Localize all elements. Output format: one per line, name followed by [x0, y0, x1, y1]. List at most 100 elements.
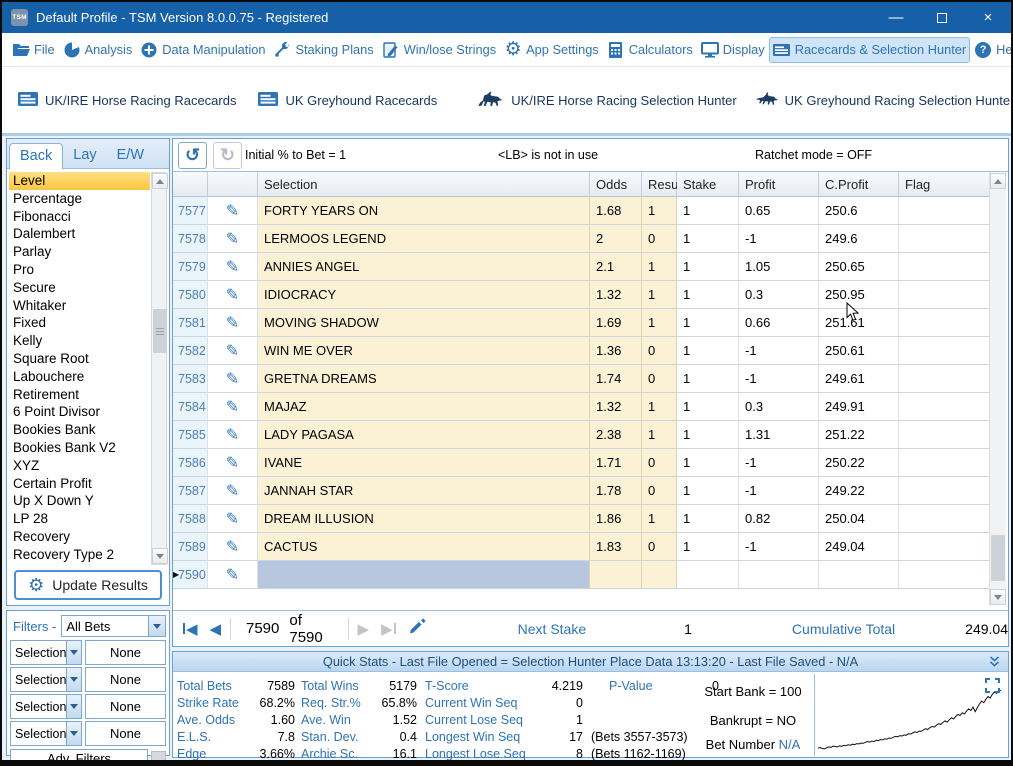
- table-row[interactable]: 7581✎MOVING SHADOW1.69110.66251.61: [173, 309, 1008, 337]
- edit-row-button[interactable]: ✎: [208, 281, 258, 309]
- edit-row-button[interactable]: ✎: [208, 253, 258, 281]
- last-record-button[interactable]: ▶: [375, 620, 402, 638]
- plan-item[interactable]: Percentage: [9, 190, 150, 208]
- table-row[interactable]: 7590▶✎: [173, 561, 1008, 589]
- header-flag[interactable]: Flag: [899, 172, 990, 197]
- edit-row-button[interactable]: ✎: [208, 505, 258, 533]
- plan-item[interactable]: Bookies Bank V2: [9, 439, 150, 457]
- menu-file[interactable]: File: [8, 37, 59, 63]
- chevron-down-icon[interactable]: [148, 616, 165, 636]
- filter-none-button[interactable]: None: [85, 640, 166, 665]
- refresh-icon[interactable]: ↺: [178, 142, 207, 169]
- edit-row-button[interactable]: ✎: [208, 533, 258, 561]
- edit-row-button[interactable]: ✎: [208, 337, 258, 365]
- plan-item[interactable]: Fixed: [9, 314, 150, 332]
- plan-item[interactable]: Bookies Bank: [9, 421, 150, 439]
- first-record-button[interactable]: ◀: [177, 620, 204, 638]
- table-scrollbar[interactable]: [989, 173, 1006, 605]
- table-row[interactable]: 7588✎DREAM ILLUSION1.86110.82250.04: [173, 505, 1008, 533]
- plan-item[interactable]: Certain Profit: [9, 475, 150, 493]
- menu-display[interactable]: Display: [697, 37, 769, 63]
- scroll-down-icon[interactable]: [152, 548, 168, 564]
- update-results-button[interactable]: ⚙ Update Results: [14, 570, 162, 600]
- chevron-down-icon[interactable]: [66, 695, 81, 718]
- header-odds[interactable]: Odds: [590, 172, 642, 197]
- edit-row-button[interactable]: ✎: [208, 225, 258, 253]
- plan-item[interactable]: LP 28: [9, 510, 150, 528]
- selection-dropdown[interactable]: Selection: [10, 694, 82, 719]
- menu-winlose-strings[interactable]: Win/lose Strings: [378, 37, 500, 63]
- plan-item[interactable]: Recovery Type 2: [9, 546, 150, 564]
- plan-item[interactable]: Retirement: [9, 386, 150, 404]
- plan-item[interactable]: XYZ: [9, 457, 150, 475]
- plan-item[interactable]: Level: [9, 172, 150, 190]
- plan-item[interactable]: Parlay: [9, 243, 150, 261]
- chevron-down-icon[interactable]: [66, 641, 81, 664]
- scrollbar-thumb[interactable]: [991, 535, 1005, 581]
- header-profit[interactable]: Profit: [739, 172, 819, 197]
- table-row[interactable]: 7578✎LERMOOS LEGEND201-1249.6: [173, 225, 1008, 253]
- filter-none-button[interactable]: None: [85, 667, 166, 692]
- table-row[interactable]: 7587✎JANNAH STAR1.7801-1249.22: [173, 477, 1008, 505]
- collapse-chevron-icon[interactable]: [989, 656, 1000, 671]
- edit-row-button[interactable]: ✎: [208, 421, 258, 449]
- selection-dropdown[interactable]: Selection: [10, 667, 82, 692]
- quick-stats-header[interactable]: Quick Stats - Last File Opened = Selecti…: [173, 652, 1008, 672]
- edit-row-button[interactable]: ✎: [208, 393, 258, 421]
- header-result[interactable]: Result: [642, 172, 677, 197]
- tab-back[interactable]: Back: [9, 143, 63, 169]
- bank-sparkline-chart[interactable]: [814, 674, 1006, 756]
- header-selection[interactable]: Selection: [258, 172, 590, 197]
- filter-none-button[interactable]: None: [85, 721, 166, 746]
- table-row[interactable]: 7579✎ANNIES ANGEL2.1111.05250.65: [173, 253, 1008, 281]
- selection-dropdown[interactable]: Selection: [10, 640, 82, 665]
- table-row[interactable]: 7583✎GRETNA DREAMS1.7401-1249.61: [173, 365, 1008, 393]
- brush-icon[interactable]: [408, 617, 428, 640]
- plan-item[interactable]: Recovery: [9, 528, 150, 546]
- tool-greyhound-selection-hunter[interactable]: UK Greyhound Racing Selection Hunter: [755, 91, 1013, 109]
- scroll-up-icon[interactable]: [990, 173, 1006, 189]
- plan-item[interactable]: Labouchere: [9, 368, 150, 386]
- tool-horse-racecards[interactable]: UK/IRE Horse Racing Racecards: [18, 92, 236, 109]
- scroll-down-icon[interactable]: [990, 589, 1006, 605]
- table-row[interactable]: 7585✎LADY PAGASA2.38111.31251.22: [173, 421, 1008, 449]
- filter-none-button[interactable]: None: [85, 694, 166, 719]
- tab-ew[interactable]: E/W: [107, 143, 154, 168]
- expand-chart-icon[interactable]: [985, 678, 1000, 696]
- plan-item[interactable]: Square Root: [9, 350, 150, 368]
- scroll-up-icon[interactable]: [152, 173, 168, 189]
- selection-dropdown[interactable]: Selection: [10, 721, 82, 746]
- menu-data-manipulation[interactable]: Data Manipulation: [136, 37, 269, 63]
- next-record-button[interactable]: ▶: [352, 620, 376, 638]
- menu-analysis[interactable]: Analysis: [59, 37, 137, 63]
- tab-lay[interactable]: Lay: [63, 143, 106, 168]
- scrollbar-thumb[interactable]: [153, 309, 167, 353]
- table-row[interactable]: 7577✎FORTY YEARS ON1.68110.65250.6: [173, 197, 1008, 225]
- edit-row-button[interactable]: ✎: [208, 449, 258, 477]
- minimize-button[interactable]: —: [873, 2, 919, 33]
- menu-staking-plans[interactable]: Staking Plans: [269, 37, 377, 63]
- menu-app-settings[interactable]: ⚙ App Settings: [500, 37, 603, 63]
- header-cprofit[interactable]: C.Profit: [819, 172, 899, 197]
- table-row[interactable]: 7589✎CACTUS1.8301-1249.04: [173, 533, 1008, 561]
- prev-record-button[interactable]: ◀: [204, 620, 228, 638]
- plan-item[interactable]: Whitaker: [9, 297, 150, 315]
- chevron-down-icon[interactable]: [66, 668, 81, 691]
- edit-row-button[interactable]: ✎: [208, 365, 258, 393]
- plan-list-scrollbar[interactable]: [151, 172, 167, 565]
- table-row[interactable]: 7580✎IDIOCRACY1.32110.3250.95: [173, 281, 1008, 309]
- plan-item[interactable]: Up X Down Y: [9, 492, 150, 510]
- plan-item[interactable]: Secure: [9, 279, 150, 297]
- plan-item[interactable]: Kelly: [9, 332, 150, 350]
- menu-racecards-selection-hunter[interactable]: Racecards & Selection Hunter: [769, 37, 970, 63]
- menu-calculators[interactable]: Calculators: [603, 37, 697, 63]
- plan-item[interactable]: 6 Point Divisor: [9, 403, 150, 421]
- header-stake[interactable]: Stake: [677, 172, 739, 197]
- plan-item[interactable]: Fibonacci: [9, 208, 150, 226]
- close-button[interactable]: ×: [965, 2, 1011, 33]
- table-row[interactable]: 7584✎MAJAZ1.32110.3249.91: [173, 393, 1008, 421]
- table-row[interactable]: 7582✎WIN ME OVER1.3601-1250.61: [173, 337, 1008, 365]
- edit-row-button[interactable]: ✎: [208, 561, 258, 589]
- chevron-down-icon[interactable]: [66, 722, 81, 745]
- tool-horse-selection-hunter[interactable]: UK/IRE Horse Racing Selection Hunter: [477, 90, 736, 111]
